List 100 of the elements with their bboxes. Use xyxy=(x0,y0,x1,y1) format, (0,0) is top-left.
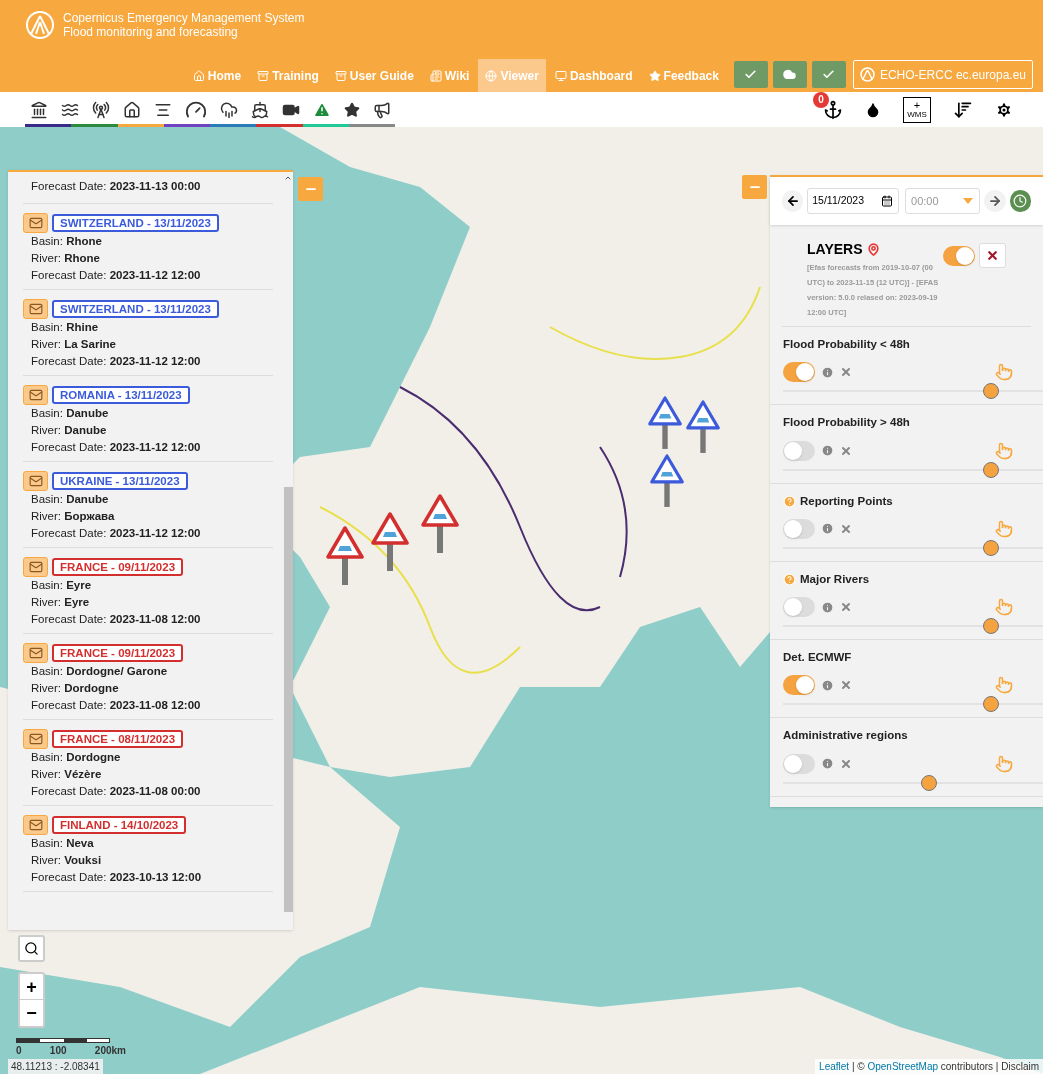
ship-icon[interactable] xyxy=(251,100,269,119)
calendar-icon[interactable] xyxy=(881,195,894,207)
opacity-slider[interactable] xyxy=(783,696,1043,713)
email-button[interactable] xyxy=(23,299,48,319)
layer-toggle[interactable] xyxy=(783,440,815,461)
close-button[interactable] xyxy=(979,243,1006,268)
slider-thumb[interactable] xyxy=(920,774,937,791)
opacity-slider[interactable] xyxy=(783,383,1043,400)
slider-thumb[interactable] xyxy=(983,696,999,713)
mail-icon xyxy=(28,732,43,746)
forecast-date: Forecast Date: 2023-11-08 00:00 xyxy=(30,784,202,799)
alert-tag[interactable]: FRANCE - 09/11/2023 xyxy=(52,558,184,576)
scroll-up-icon[interactable] xyxy=(284,174,292,182)
scrollbar[interactable] xyxy=(283,172,293,930)
info-icon[interactable] xyxy=(821,757,834,770)
opacity-slider[interactable] xyxy=(783,461,1043,478)
search-button[interactable] xyxy=(18,935,45,962)
layer-toggle[interactable] xyxy=(783,675,815,696)
info-icon[interactable] xyxy=(821,678,834,692)
logo-icon xyxy=(859,67,875,82)
caret-icon[interactable] xyxy=(963,198,974,204)
megaphone-icon[interactable] xyxy=(373,100,391,119)
layers-toggle[interactable] xyxy=(943,245,975,266)
archive-icon xyxy=(334,69,347,82)
warning-marker-icon[interactable] xyxy=(686,399,720,455)
previous-button[interactable] xyxy=(782,190,804,212)
layer-toggle[interactable] xyxy=(783,518,815,539)
email-button[interactable] xyxy=(23,213,48,233)
alert-tag[interactable]: SWITZERLAND - 13/11/2023 xyxy=(52,300,219,318)
opacity-slider[interactable] xyxy=(783,539,1043,556)
layer-toggle[interactable] xyxy=(783,362,815,383)
remove-icon[interactable] xyxy=(840,757,852,770)
alert-tag[interactable]: FINLAND - 14/10/2023 xyxy=(52,816,187,834)
remove-icon[interactable] xyxy=(840,601,852,613)
scrollbar-thumb[interactable] xyxy=(283,487,293,912)
slider-thumb[interactable] xyxy=(983,539,999,556)
check-button[interactable] xyxy=(733,61,768,88)
forecast-date: Forecast Date: 2023-10-13 12:00 xyxy=(30,870,203,885)
check-button[interactable] xyxy=(811,61,846,88)
cloud-button[interactable] xyxy=(772,61,807,88)
river-text: River: Eyre xyxy=(30,595,91,610)
email-button[interactable] xyxy=(23,385,48,405)
info-icon[interactable] xyxy=(821,365,834,379)
alert-tag[interactable]: SWITZERLAND - 13/11/2023 xyxy=(52,214,219,232)
warning-marker-icon[interactable] xyxy=(371,511,409,573)
remove-icon[interactable] xyxy=(840,679,852,692)
cloud-icon xyxy=(783,68,797,81)
email-button[interactable] xyxy=(23,471,48,491)
layer-toggle[interactable] xyxy=(783,753,815,774)
monitor-icon xyxy=(554,69,567,82)
forecast-date: Forecast Date: 2023-11-12 12:00 xyxy=(30,526,202,541)
warning-marker-icon[interactable] xyxy=(648,395,682,451)
next-button[interactable] xyxy=(984,190,1006,212)
leaflet-link[interactable]: Leaflet xyxy=(819,1061,850,1072)
layer-toggle[interactable] xyxy=(783,597,815,617)
alert-tag[interactable]: ROMANIA - 13/11/2023 xyxy=(52,386,190,404)
river-text: River: Vouksi xyxy=(30,853,103,868)
slider-thumb[interactable] xyxy=(983,383,999,400)
tower-icon[interactable] xyxy=(92,100,110,119)
opacity-slider[interactable] xyxy=(783,618,1043,634)
email-button[interactable] xyxy=(23,815,48,835)
slider-thumb[interactable] xyxy=(983,618,999,634)
warning-marker-icon[interactable] xyxy=(650,453,684,509)
star-icon[interactable] xyxy=(344,101,360,118)
layers-title: LAYERS xyxy=(807,240,863,259)
settings-icon[interactable] xyxy=(995,100,1013,119)
time-field[interactable]: 00:00 xyxy=(905,188,981,214)
zoom-in-button[interactable]: + xyxy=(20,974,43,1000)
warning-marker-icon[interactable] xyxy=(421,493,459,555)
help-icon[interactable] xyxy=(783,572,796,586)
app-title: Copernicus Emergency Management System xyxy=(63,11,305,25)
info-icon[interactable] xyxy=(821,444,834,457)
remove-icon[interactable] xyxy=(840,444,852,457)
info-icon[interactable] xyxy=(821,600,834,614)
openstreetmap-link[interactable]: OpenStreetMap xyxy=(867,1061,939,1072)
add-wms-button[interactable]: + WMS xyxy=(903,96,931,123)
layer-name: Reporting Points xyxy=(800,493,893,509)
alert-tag[interactable]: UKRAINE - 13/11/2023 xyxy=(52,472,188,490)
help-icon[interactable] xyxy=(783,494,796,508)
alert-tag[interactable]: FRANCE - 08/11/2023 xyxy=(52,730,184,748)
email-button[interactable] xyxy=(23,643,48,663)
alert-tag[interactable]: FRANCE - 09/11/2023 xyxy=(52,644,184,662)
remove-icon[interactable] xyxy=(840,522,852,535)
droplet-icon[interactable] xyxy=(865,101,881,118)
globe-icon xyxy=(485,69,498,82)
opacity-slider[interactable] xyxy=(783,774,1043,791)
cloud-rain-icon[interactable] xyxy=(220,100,238,119)
remove-icon[interactable] xyxy=(840,366,852,379)
date-field[interactable]: 15/11/2023 xyxy=(807,188,900,214)
arrow-left-icon xyxy=(785,194,800,208)
info-icon[interactable] xyxy=(821,522,834,536)
house-icon[interactable] xyxy=(123,100,141,119)
zoom-out-button[interactable]: − xyxy=(20,1000,43,1026)
clock-button[interactable] xyxy=(1009,190,1031,212)
email-button[interactable] xyxy=(23,729,48,749)
warning-marker-icon[interactable] xyxy=(326,525,364,587)
basin-text: Basin: Dordogne xyxy=(30,750,122,765)
slider-thumb[interactable] xyxy=(983,461,999,478)
forecast-date: Forecast Date: 2023-11-08 12:00 xyxy=(30,612,202,627)
email-button[interactable] xyxy=(23,557,48,577)
